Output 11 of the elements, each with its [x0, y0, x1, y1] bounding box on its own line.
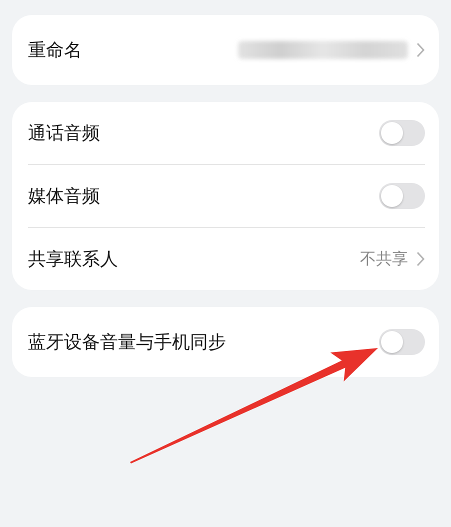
- toggle-switch[interactable]: [379, 329, 425, 355]
- setting-label: 蓝牙设备音量与手机同步: [28, 331, 226, 354]
- chevron-icon[interactable]: [416, 251, 425, 267]
- setting-label: 重命名: [28, 39, 82, 62]
- chevron-icon[interactable]: [416, 42, 425, 58]
- setting-label: 共享联系人: [28, 248, 118, 271]
- setting-label: 通话音频: [28, 122, 100, 145]
- setting-label: 媒体音频: [28, 185, 100, 208]
- setting-value: 不共享: [360, 248, 408, 270]
- toggle-switch[interactable]: [379, 120, 425, 146]
- toggle-switch[interactable]: [379, 183, 425, 209]
